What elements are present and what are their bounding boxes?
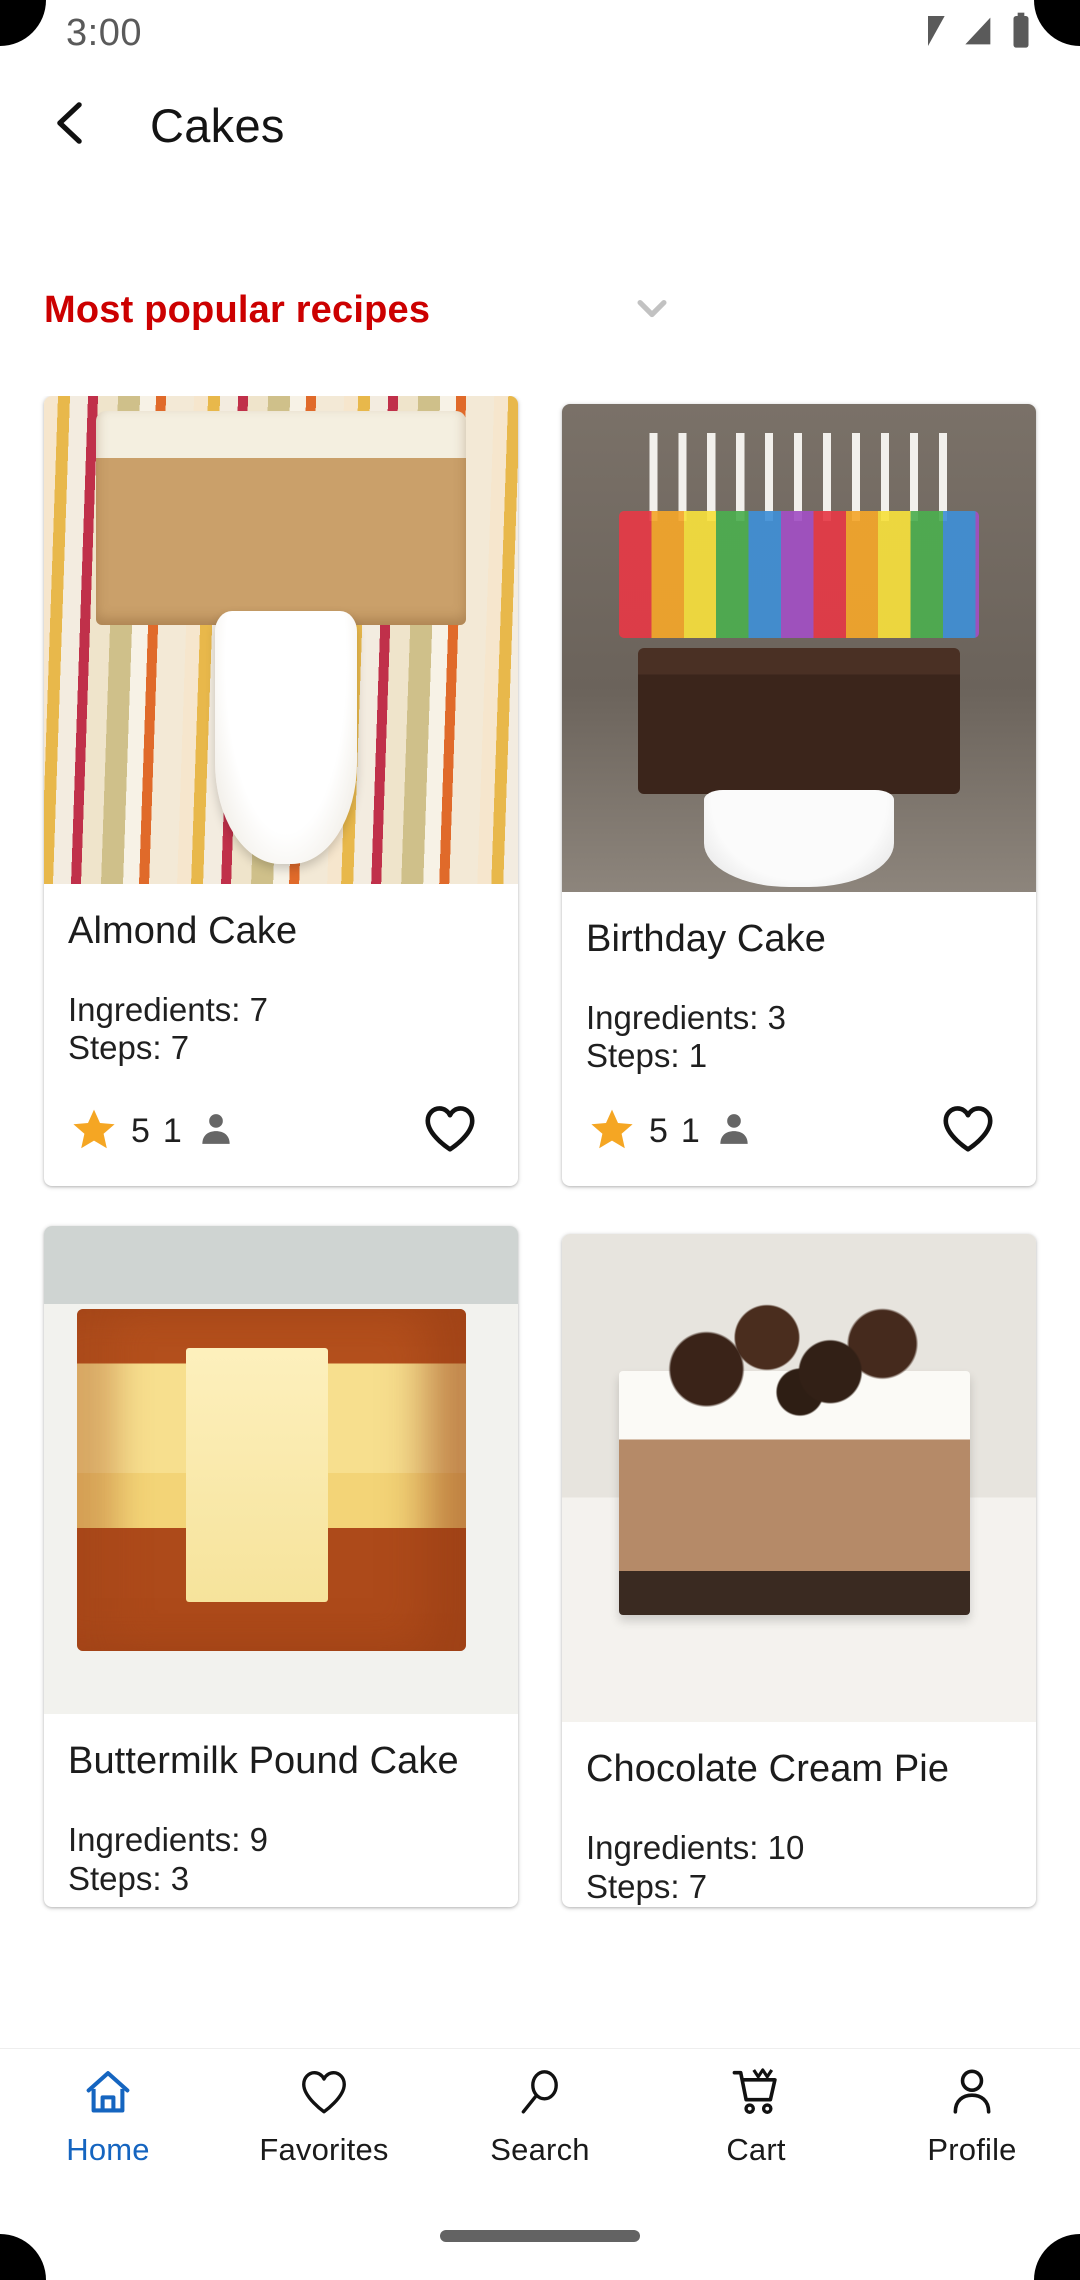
rating-value: 5 <box>131 1111 150 1150</box>
recipe-steps: Steps: 3 <box>68 1859 190 1897</box>
magnifier-icon <box>513 2065 567 2124</box>
recipe-grid: Almond Cake Ingredients: 7 Steps: 7 5 1 <box>0 396 1080 2096</box>
recipe-meta: Ingredients: 3 Steps: 1 <box>586 999 1012 1077</box>
recipe-steps: Steps: 7 <box>586 1867 708 1905</box>
nav-label-profile: Profile <box>927 2132 1017 2167</box>
buttermilk-pound-cake-photo <box>44 1226 518 1715</box>
nav-label-search: Search <box>490 2132 590 2167</box>
status-bar: 3:00 <box>0 0 1080 66</box>
favorite-button[interactable] <box>414 1095 486 1167</box>
recipe-meta: Ingredients: 10 Steps: 7 <box>586 1829 1012 1907</box>
review-count: 1 <box>162 1111 182 1150</box>
recipe-card-body: Buttermilk Pound Cake Ingredients: 9 Ste… <box>44 1714 518 1906</box>
rating-value: 5 <box>649 1111 668 1150</box>
recipe-card-body: Birthday Cake Ingredients: 3 Steps: 1 <box>562 892 1036 1076</box>
recipe-card[interactable]: Birthday Cake Ingredients: 3 Steps: 1 5 … <box>562 404 1036 1187</box>
back-button[interactable] <box>16 70 126 180</box>
recipe-ingredients: Ingredients: 9 <box>68 1820 268 1858</box>
recipe-card[interactable]: Chocolate Cream Pie Ingredients: 10 Step… <box>562 1234 1036 1907</box>
recipe-card-footer: 5 1 <box>44 1076 518 1186</box>
shopping-cart-icon <box>729 2065 783 2124</box>
expand-section-button[interactable] <box>620 278 684 342</box>
recipe-title: Almond Cake <box>68 910 298 952</box>
battery-icon <box>1006 11 1036 56</box>
recipe-steps: Steps: 7 <box>68 1029 190 1067</box>
nav-label-home: Home <box>66 2132 150 2167</box>
person-icon <box>195 1108 237 1155</box>
page-title: Cakes <box>150 98 285 152</box>
section-title: Most popular recipes <box>44 288 431 331</box>
nav-item-search[interactable]: Search <box>432 2049 648 2185</box>
recipe-ingredients: Ingredients: 10 <box>586 1828 805 1866</box>
nav-item-profile[interactable]: Profile <box>864 2049 1080 2185</box>
recipe-meta: Ingredients: 7 Steps: 7 <box>68 991 494 1069</box>
nav-label-cart: Cart <box>726 2132 786 2167</box>
recipe-card[interactable]: Buttermilk Pound Cake Ingredients: 9 Ste… <box>44 1226 518 1907</box>
rating-group: 5 1 <box>70 1105 237 1158</box>
chocolate-cream-pie-photo <box>562 1234 1036 1723</box>
app-bar: Cakes <box>0 66 1080 184</box>
recipe-card-body: Chocolate Cream Pie Ingredients: 10 Step… <box>562 1722 1036 1906</box>
chevron-down-icon <box>626 282 678 339</box>
status-clock: 3:00 <box>66 11 142 54</box>
almond-cake-photo <box>44 396 518 884</box>
app-screen: 3:00 Cakes Most popular recipes Almond C… <box>0 0 1080 2280</box>
nav-item-favorites[interactable]: Favorites <box>216 2049 432 2185</box>
nav-label-favorites: Favorites <box>259 2132 389 2167</box>
cellular-signal-icon <box>957 11 997 56</box>
star-icon <box>70 1105 118 1158</box>
recipe-card-body: Almond Cake Ingredients: 7 Steps: 7 <box>44 884 518 1076</box>
favorite-button[interactable] <box>932 1095 1004 1167</box>
person-icon <box>713 1108 755 1155</box>
heart-outline-icon <box>421 1100 479 1163</box>
gesture-home-indicator[interactable] <box>440 2230 640 2242</box>
recipe-title: Chocolate Cream Pie <box>586 1748 950 1791</box>
nav-item-home[interactable]: Home <box>0 2049 216 2185</box>
recipe-ingredients: Ingredients: 3 <box>586 998 786 1036</box>
rating-group: 5 1 <box>588 1105 755 1158</box>
nav-item-cart[interactable]: Cart <box>648 2049 864 2185</box>
wifi-icon <box>908 11 948 56</box>
recipe-title: Birthday Cake <box>586 918 826 960</box>
person-outline-icon <box>945 2065 999 2124</box>
chevron-left-icon <box>43 95 99 156</box>
star-icon <box>588 1105 636 1158</box>
recipe-card[interactable]: Almond Cake Ingredients: 7 Steps: 7 5 1 <box>44 396 518 1187</box>
recipe-meta: Ingredients: 9 Steps: 3 <box>68 1821 494 1899</box>
section-header[interactable]: Most popular recipes <box>0 255 1080 365</box>
status-icons <box>908 11 1036 56</box>
heart-outline-icon <box>297 2065 351 2124</box>
birthday-cake-photo <box>562 404 1036 892</box>
review-count: 1 <box>680 1111 700 1150</box>
recipe-steps: Steps: 1 <box>586 1037 708 1075</box>
home-icon <box>81 2065 135 2124</box>
recipe-title: Buttermilk Pound Cake <box>68 1740 459 1783</box>
bottom-navigation-bar: Home Favorites Search Cart Profile <box>0 2048 1080 2184</box>
recipe-ingredients: Ingredients: 7 <box>68 990 268 1028</box>
heart-outline-icon <box>939 1100 997 1163</box>
recipe-card-footer: 5 1 <box>562 1076 1036 1186</box>
